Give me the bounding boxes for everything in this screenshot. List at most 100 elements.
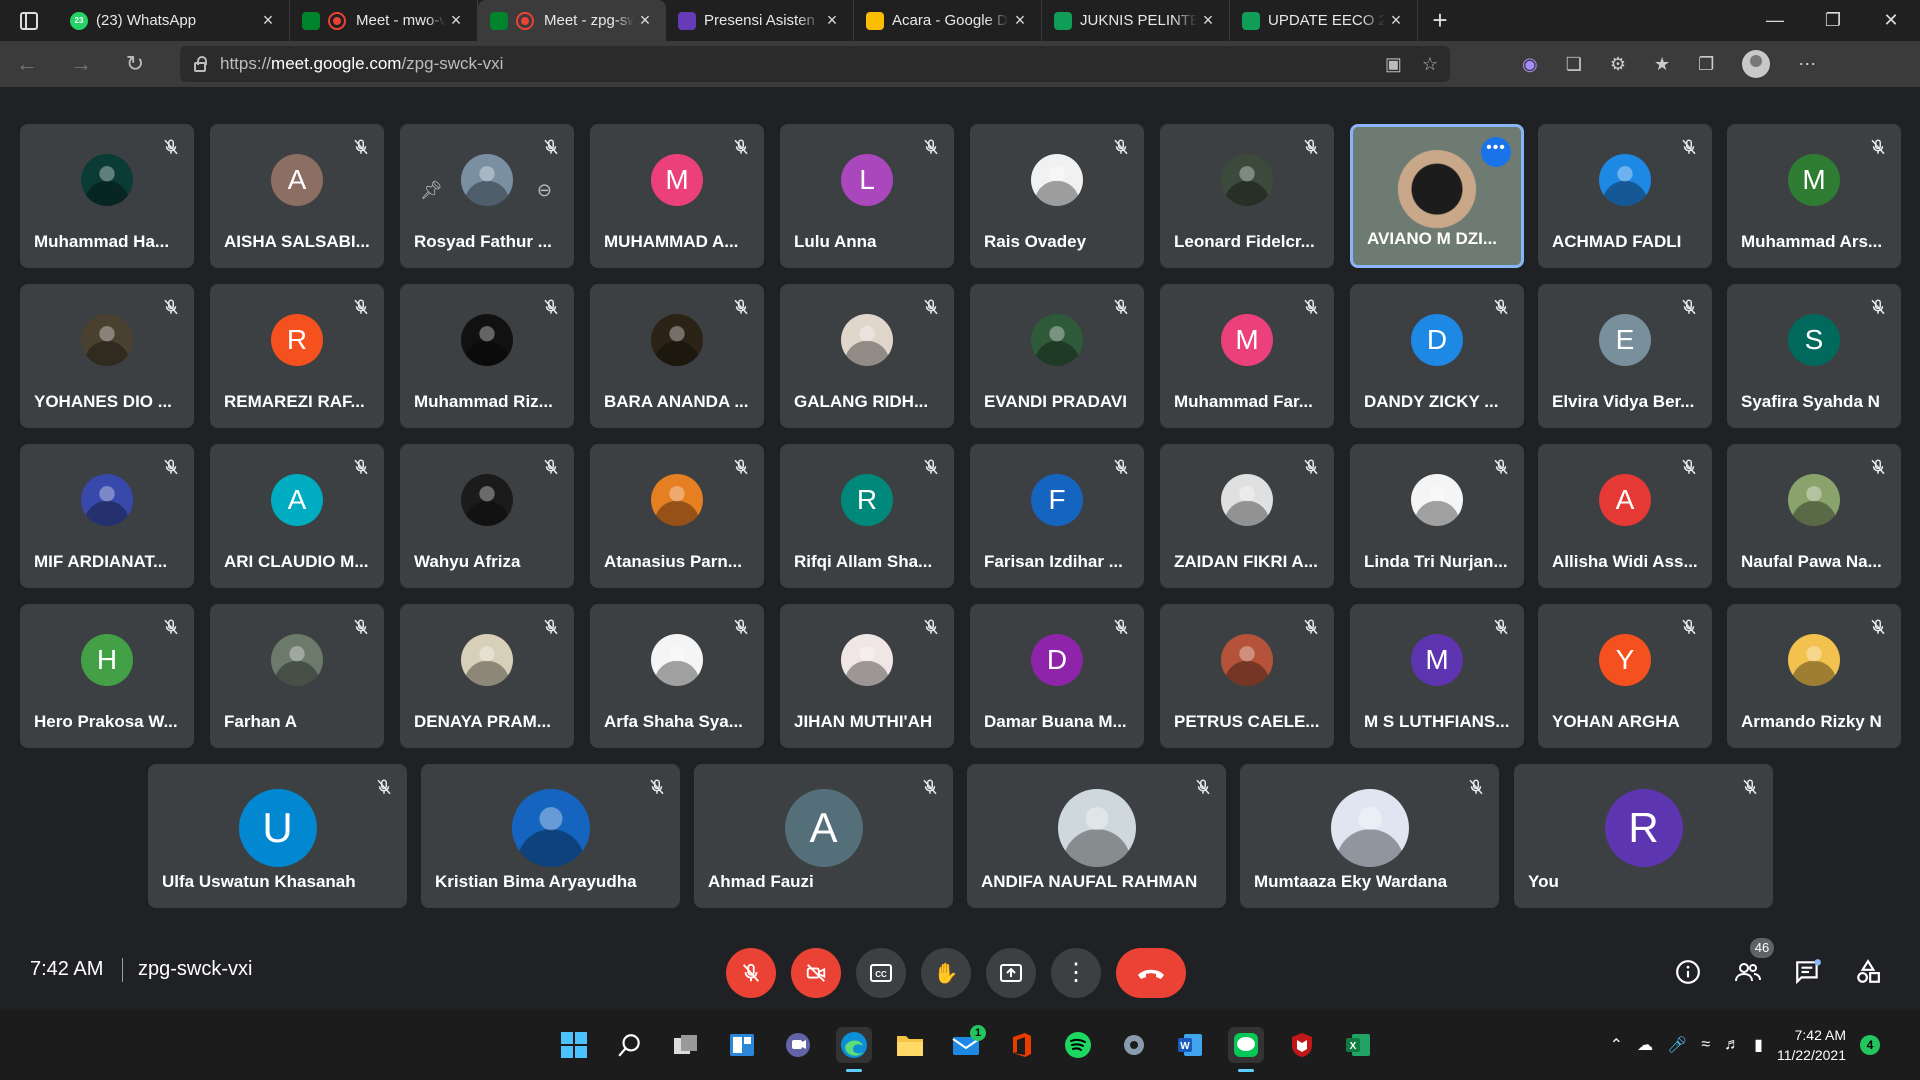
- reload-button[interactable]: ↻: [108, 41, 162, 87]
- browser-tab[interactable]: Meet - zpg-swck×: [478, 0, 666, 41]
- participant-tile[interactable]: JIHAN MUTHI'AH: [780, 604, 954, 748]
- teams-chat-button[interactable]: [780, 1027, 816, 1063]
- word-button[interactable]: W: [1172, 1027, 1208, 1063]
- settings-menu-icon[interactable]: ⋯: [1798, 54, 1816, 75]
- forward-button[interactable]: →: [54, 41, 108, 87]
- participant-tile[interactable]: R You: [1514, 764, 1773, 908]
- office-button[interactable]: [1004, 1027, 1040, 1063]
- collections-icon[interactable]: ❏: [1566, 54, 1582, 75]
- settings-button[interactable]: [1116, 1027, 1152, 1063]
- microphone-off-button[interactable]: [726, 948, 776, 998]
- participant-tile[interactable]: ••• AVIANO M DZI...: [1350, 124, 1524, 268]
- participant-tile[interactable]: EVANDI PRADAVI: [970, 284, 1144, 428]
- file-explorer-button[interactable]: [892, 1027, 928, 1063]
- mail-button[interactable]: 1: [948, 1025, 986, 1063]
- tile-options-button[interactable]: •••: [1481, 137, 1511, 167]
- line-app-button[interactable]: [1228, 1027, 1264, 1072]
- participant-tile[interactable]: H Hero Prakosa W...: [20, 604, 194, 748]
- participant-tile[interactable]: Atanasius Parn...: [590, 444, 764, 588]
- participant-tile[interactable]: YOHANES DIO ...: [20, 284, 194, 428]
- participant-tile[interactable]: U Ulfa Uswatun Khasanah: [148, 764, 407, 908]
- participant-tile[interactable]: R Rifqi Allam Sha...: [780, 444, 954, 588]
- participant-tile[interactable]: PETRUS CAELE...: [1160, 604, 1334, 748]
- clock-area[interactable]: 7:42 AM 11/22/2021: [1777, 1025, 1846, 1065]
- participant-tile[interactable]: MIF ARDIANAT...: [20, 444, 194, 588]
- pin-icon[interactable]: 📌︎: [420, 180, 443, 201]
- camera-in-use-icon[interactable]: ▣: [1385, 54, 1402, 75]
- participant-tile[interactable]: Kristian Bima Aryayudha: [421, 764, 680, 908]
- add-favorite-icon[interactable]: ☆: [1422, 54, 1438, 75]
- address-bar[interactable]: https://meet.google.com/zpg-swck-vxi ▣ ☆: [180, 46, 1450, 82]
- close-tab-icon[interactable]: ×: [257, 10, 279, 31]
- microphone-icon[interactable]: 🎤︎: [1667, 1035, 1687, 1055]
- search-button[interactable]: [612, 1027, 648, 1063]
- participant-tile[interactable]: Muhammad Ha...: [20, 124, 194, 268]
- favorites-icon[interactable]: ★: [1654, 54, 1670, 75]
- extensions-icon[interactable]: ⚙: [1610, 54, 1626, 75]
- close-tab-icon[interactable]: ×: [634, 10, 656, 31]
- close-tab-icon[interactable]: ×: [445, 10, 467, 31]
- participant-tile[interactable]: BARA ANANDA ...: [590, 284, 764, 428]
- browser-tab[interactable]: 23 (23) WhatsApp ×: [58, 0, 290, 41]
- participant-tile[interactable]: D DANDY ZICKY ...: [1350, 284, 1524, 428]
- participant-tile[interactable]: F Farisan Izdihar ...: [970, 444, 1144, 588]
- leave-call-button[interactable]: [1116, 948, 1186, 998]
- participant-tile[interactable]: Muhammad Riz...: [400, 284, 574, 428]
- close-tab-icon[interactable]: ×: [1197, 10, 1219, 31]
- raise-hand-button[interactable]: ✋: [921, 948, 971, 998]
- captions-button[interactable]: CC: [856, 948, 906, 998]
- participant-tile[interactable]: D Damar Buana M...: [970, 604, 1144, 748]
- participant-tile[interactable]: Arfa Shaha Sya...: [590, 604, 764, 748]
- participant-tile[interactable]: M Muhammad Ars...: [1727, 124, 1901, 268]
- collections-icon[interactable]: ❐: [1698, 54, 1714, 75]
- volume-icon[interactable]: ♬: [1724, 1036, 1740, 1054]
- participant-tile[interactable]: M M S LUTHFIANS...: [1350, 604, 1524, 748]
- participant-tile[interactable]: Naufal Pawa Na...: [1727, 444, 1901, 588]
- participant-tile[interactable]: E Elvira Vidya Ber...: [1538, 284, 1712, 428]
- mcafee-button[interactable]: [1284, 1027, 1320, 1063]
- browser-tab[interactable]: Meet - mwo-vhg×: [290, 0, 478, 41]
- onedrive-icon[interactable]: ☁: [1637, 1035, 1653, 1055]
- participant-tile[interactable]: Farhan A: [210, 604, 384, 748]
- close-tab-icon[interactable]: ×: [1009, 10, 1031, 31]
- participant-tile[interactable]: Leonard Fidelcr...: [1160, 124, 1334, 268]
- more-options-button[interactable]: ⋮: [1051, 948, 1101, 998]
- spotify-button[interactable]: [1060, 1027, 1096, 1063]
- tab-actions-button[interactable]: [0, 0, 58, 41]
- profile-avatar[interactable]: [1742, 50, 1771, 78]
- participant-tile[interactable]: ACHMAD FADLI: [1538, 124, 1712, 268]
- participant-tile[interactable]: DENAYA PRAM...: [400, 604, 574, 748]
- extension-icon[interactable]: ◉: [1522, 54, 1538, 75]
- close-tab-icon[interactable]: ×: [1385, 10, 1407, 31]
- participant-tile[interactable]: Wahyu Afriza: [400, 444, 574, 588]
- task-view-button[interactable]: [668, 1027, 704, 1063]
- participant-tile[interactable]: A AISHA SALSABI...: [210, 124, 384, 268]
- url-text[interactable]: https://meet.google.com/zpg-swck-vxi: [220, 54, 503, 74]
- participant-tile[interactable]: M Muhammad Far...: [1160, 284, 1334, 428]
- participant-tile[interactable]: S Syafira Syahda N: [1727, 284, 1901, 428]
- notification-badge[interactable]: 4: [1860, 1035, 1880, 1055]
- participant-tile[interactable]: ANDIFA NAUFAL RAHMAN: [967, 764, 1226, 908]
- participant-tile[interactable]: Mumtaaza Eky Wardana: [1240, 764, 1499, 908]
- widgets-button[interactable]: [724, 1027, 760, 1063]
- camera-off-button[interactable]: [791, 948, 841, 998]
- participant-tile[interactable]: Armando Rizky N: [1727, 604, 1901, 748]
- browser-tab[interactable]: JUKNIS PELINTEER 20×: [1042, 0, 1230, 41]
- wifi-icon[interactable]: ≈: [1701, 1036, 1710, 1054]
- browser-tab[interactable]: Presensi Asisten TK Si×: [666, 0, 854, 41]
- maximize-button[interactable]: ❐: [1804, 0, 1862, 41]
- participant-tile[interactable]: Rosyad Fathur ... 📌︎ ⊖: [400, 124, 574, 268]
- start-button[interactable]: [556, 1027, 592, 1063]
- participant-tile[interactable]: A ARI CLAUDIO M...: [210, 444, 384, 588]
- participant-tile[interactable]: Linda Tri Nurjan...: [1350, 444, 1524, 588]
- meeting-details-button[interactable]: [1670, 954, 1706, 990]
- chevron-up-icon[interactable]: ⌃: [1610, 1035, 1623, 1055]
- participant-tile[interactable]: Y YOHAN ARGHA: [1538, 604, 1712, 748]
- participant-tile[interactable]: ZAIDAN FIKRI A...: [1160, 444, 1334, 588]
- participant-tile[interactable]: A Ahmad Fauzi: [694, 764, 953, 908]
- excel-button[interactable]: X: [1340, 1027, 1376, 1063]
- participant-tile[interactable]: Rais Ovadey: [970, 124, 1144, 268]
- participant-tile[interactable]: L Lulu Anna: [780, 124, 954, 268]
- edge-browser-button[interactable]: [836, 1027, 872, 1072]
- participant-tile[interactable]: GALANG RIDH...: [780, 284, 954, 428]
